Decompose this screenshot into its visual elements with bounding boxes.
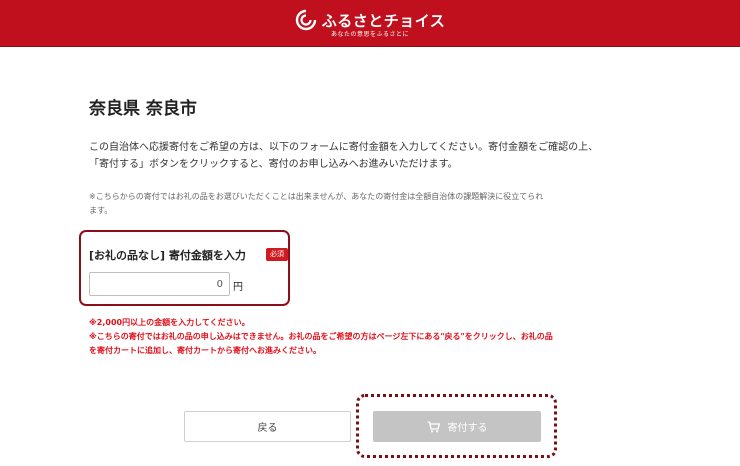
donate-label: 寄付する bbox=[447, 423, 488, 434]
warning-line: ※2,000円以上の金額を入力してください。 bbox=[89, 318, 250, 327]
warning-messages: ※2,000円以上の金額を入力してください。 ※こちらの寄付ではお礼の品の申し込… bbox=[89, 316, 649, 358]
intro-text: この自治体へ応援寄付をご希望の方は、以下のフォームに寄付金額を入力してください。… bbox=[89, 139, 649, 173]
note-line: ※こちらからの寄付ではお礼の品をお選びいただくことは出来ませんが、あなたの寄付金… bbox=[89, 192, 544, 201]
donation-amount-input[interactable] bbox=[89, 272, 230, 296]
site-header: ふるさとチョイス あなたの意思をふるさとに bbox=[0, 0, 740, 47]
brand-name: ふるさとチョイス bbox=[321, 11, 446, 30]
currency-unit: 円 bbox=[233, 282, 243, 293]
intro-line: この自治体へ応援寄付をご希望の方は、以下のフォームに寄付金額を入力してください。… bbox=[89, 142, 599, 153]
cart-icon bbox=[427, 420, 440, 432]
note-line: ます。 bbox=[89, 206, 113, 215]
donate-button[interactable]: 寄付する bbox=[373, 411, 541, 442]
warning-line: を寄付カートに追加し、寄付カートから寄付へお進みください。 bbox=[89, 346, 321, 355]
back-button[interactable]: 戻る bbox=[184, 411, 351, 442]
amount-label: [お礼の品なし] 寄付金額を入力 bbox=[89, 249, 246, 262]
brand-tagline: あなたの意思をふるさとに bbox=[330, 31, 409, 38]
warning-line: ※こちらの寄付ではお礼の品の申し込みはできません。お礼の品をご希望の方はページ左… bbox=[89, 332, 553, 341]
page-title: 奈良県 奈良市 bbox=[89, 99, 197, 119]
intro-line: 「寄付する」ボタンをクリックすると、寄付のお申し込みへお進みいただけます。 bbox=[89, 159, 458, 170]
required-badge: 必須 bbox=[266, 248, 288, 261]
furusato-choice-logo-icon bbox=[295, 9, 316, 31]
note-text: ※こちらからの寄付ではお礼の品をお選びいただくことは出来ませんが、あなたの寄付金… bbox=[89, 190, 649, 218]
